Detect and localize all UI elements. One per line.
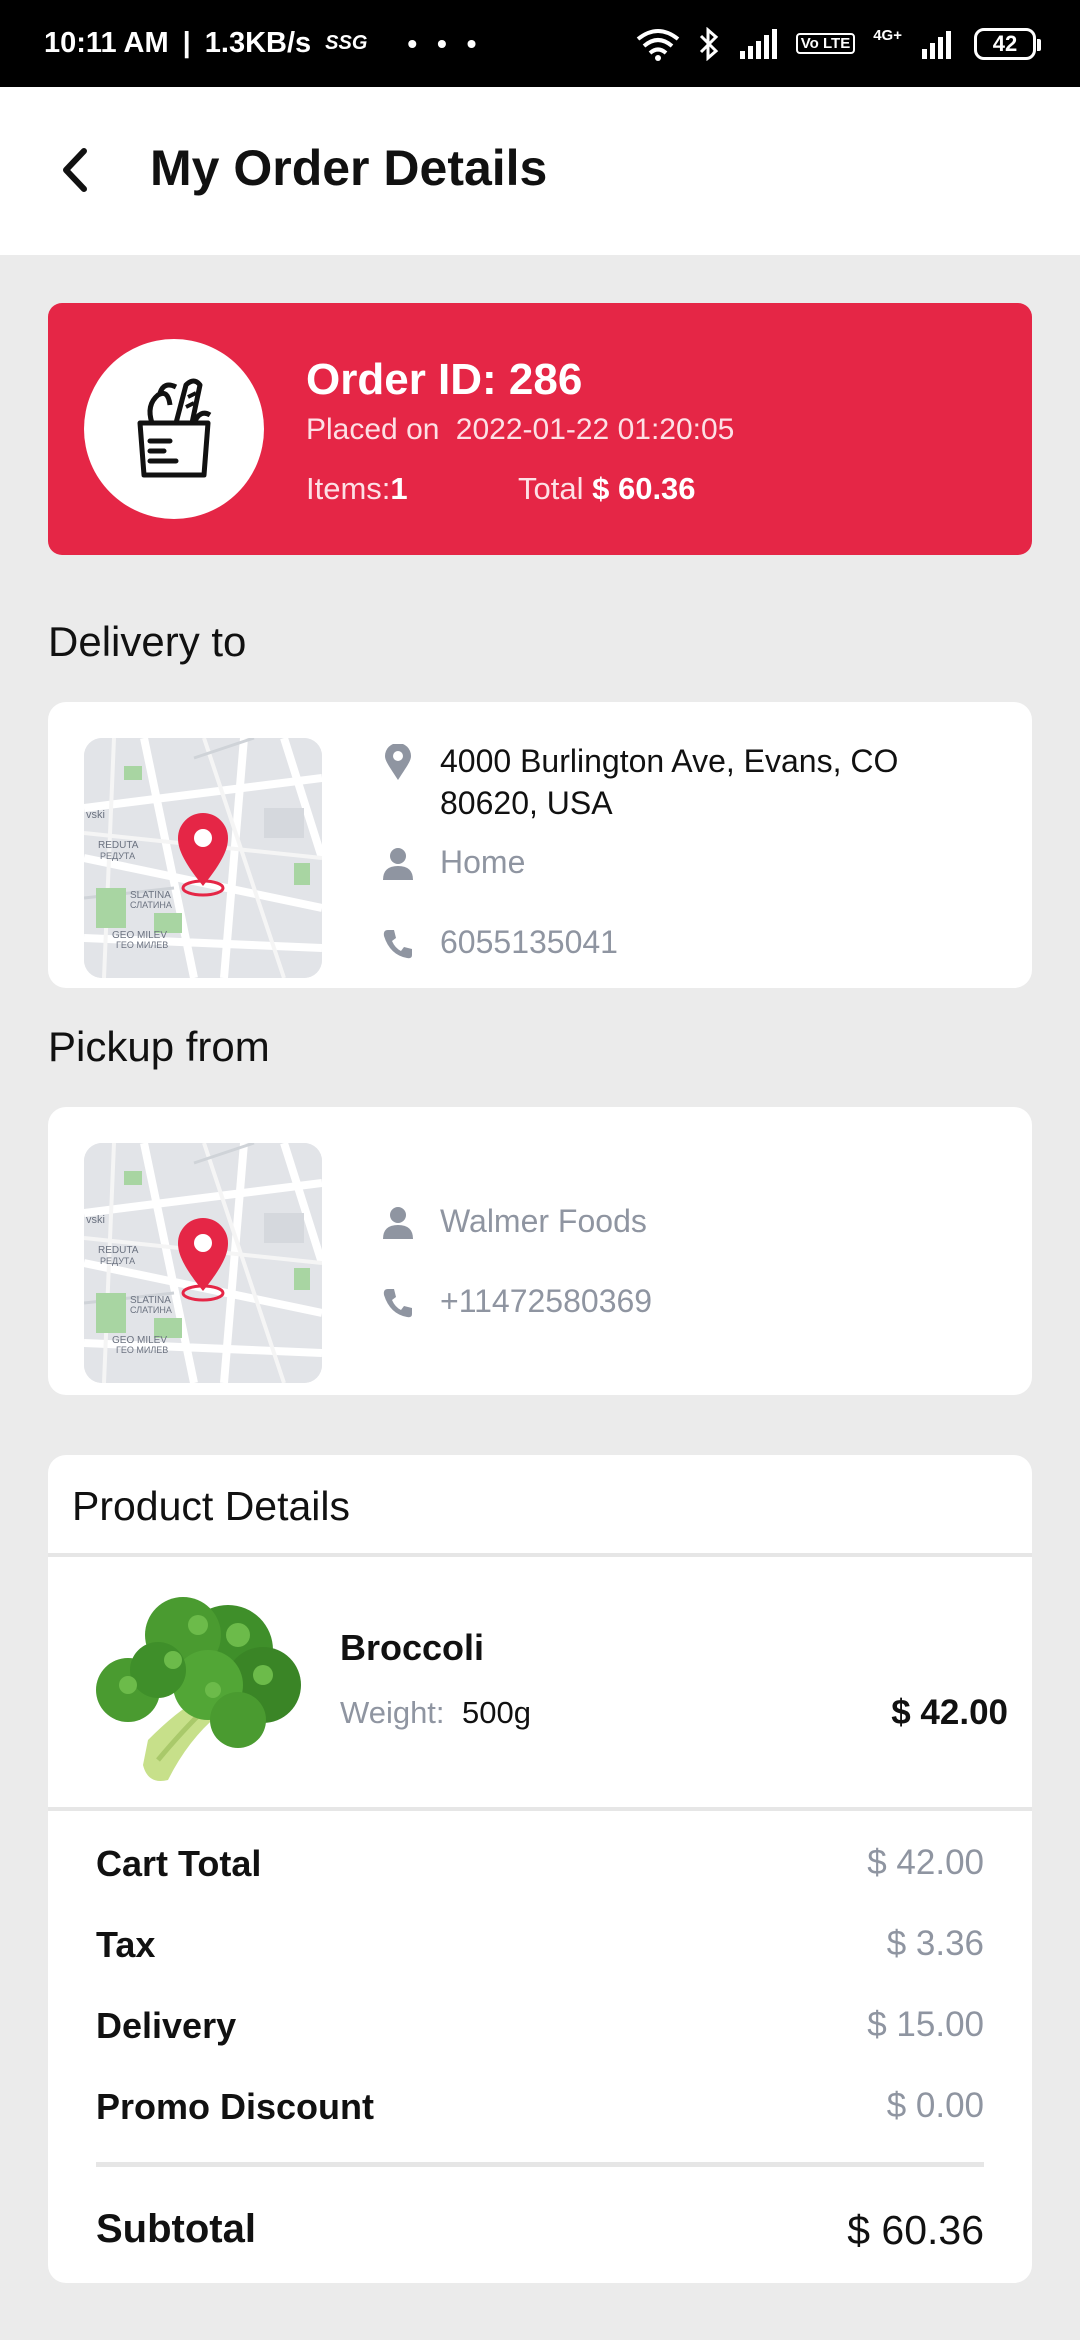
summary-value: $ 0.00 [886, 2086, 984, 2125]
delivery-map[interactable]: vski REDUTA РЕДУТА SLATINA СЛАТИНА GEO M… [84, 738, 322, 978]
order-placed-date: 2022-01-22 01:20:05 [455, 413, 735, 446]
summary-divider [96, 2162, 984, 2167]
map-label-vski: vski [86, 1214, 105, 1226]
delivery-phone[interactable]: 6055135041 [440, 924, 618, 961]
app-bar: My Order Details [0, 87, 1080, 255]
status-more-dots: • • • [407, 27, 483, 59]
chevron-left-icon[interactable] [52, 145, 102, 195]
summary-label: Cart Total [96, 1843, 262, 1884]
order-id: Order ID: 286 [306, 355, 583, 404]
delivery-name: Home [440, 844, 526, 880]
broccoli-image [96, 1597, 301, 1781]
status-speed: 1.3KB/s [204, 27, 312, 59]
order-total-value: $ 60.36 [592, 471, 696, 506]
summary-row-promo-discount: Promo Discount $ 0.00 [96, 2086, 984, 2128]
product-name: Broccoli [340, 1627, 485, 1668]
summary-row-subtotal: Subtotal $ 60.36 [96, 2207, 984, 2254]
summary-row-delivery: Delivery $ 15.00 [96, 2005, 984, 2047]
map-label-slatina-cyr: СЛАТИНА [130, 900, 172, 910]
product-price: $ 42.00 [891, 1693, 1008, 1732]
delivery-phone-row: 6055135041 [378, 924, 618, 961]
order-items: Items:1 [306, 471, 408, 507]
summary-value: $ 42.00 [867, 1843, 984, 1882]
wifi-icon [636, 28, 680, 61]
location-pin-icon [385, 744, 411, 780]
phone-icon [383, 1289, 412, 1318]
order-total: Total $ 60.36 [518, 471, 696, 507]
subtotal-value: $ 60.36 [847, 2207, 984, 2253]
order-placed: Placed on 2022-01-22 01:20:05 [306, 413, 734, 447]
pickup-card: vski REDUTA РЕДУТА SLATINA СЛАТИНА GEO M… [48, 1107, 1032, 1395]
status-time: 10:11 AM [44, 27, 169, 59]
pickup-section-title: Pickup from [48, 1023, 270, 1070]
bluetooth-icon [699, 26, 718, 61]
map-label-reduta-cyr: РЕДУТА [100, 1256, 135, 1266]
status-bar: 10:11 AM | 1.3KB/s SSG • • • Vo LTE 4G+ [0, 0, 1080, 87]
battery-level: 42 [992, 30, 1018, 56]
summary-label: Tax [96, 1924, 156, 1965]
person-icon [383, 1207, 413, 1239]
sim-icon: SSG [325, 32, 368, 54]
product-details-title: Product Details [72, 1483, 351, 1529]
divider [48, 1807, 1032, 1811]
volte-icon: Vo LTE [795, 33, 856, 54]
map-image: vski REDUTA РЕДУТА SLATINA СЛАТИНА GEO M… [84, 1143, 322, 1383]
map-label-reduta: REDUTA [98, 840, 139, 851]
delivery-name-row: Home [378, 844, 525, 881]
map-image: vski REDUTA РЕДУТА SLATINA СЛАТИНА GEO M… [84, 738, 322, 978]
pickup-map[interactable]: vski REDUTA РЕДУТА SLATINA СЛАТИНА GEO M… [84, 1143, 322, 1383]
phone-icon [383, 930, 412, 959]
map-label-reduta: REDUTA [98, 1245, 139, 1256]
battery-icon: 42 [974, 27, 1041, 60]
map-label-reduta-cyr: РЕДУТА [100, 851, 135, 861]
order-items-label: Items: [306, 471, 391, 506]
map-label-vski: vski [86, 809, 105, 821]
pickup-phone[interactable]: +11472580369 [440, 1283, 652, 1320]
pickup-name-row: Walmer Foods [378, 1203, 647, 1240]
map-label-geomilev-cyr: ГЕО МИЛЕВ [116, 940, 168, 950]
product-weight: 500g [462, 1695, 531, 1730]
summary-row-cart-total: Cart Total $ 42.00 [96, 1843, 984, 1885]
delivery-address: 4000 Burlington Ave, Evans, CO 80620, US… [440, 743, 899, 821]
grocery-bag-icon [137, 378, 212, 478]
delivery-section-title: Delivery to [48, 618, 247, 665]
summary-value: $ 15.00 [867, 2005, 984, 2044]
order-summary-card: Order ID: 286 Placed on 2022-01-22 01:20… [48, 303, 1032, 555]
product-details-card: Product Details Broccoli Weight: 500g $ … [48, 1455, 1032, 2283]
signal-icon [739, 28, 777, 59]
subtotal-label: Subtotal [96, 2207, 256, 2251]
map-label-slatina-cyr: СЛАТИНА [130, 1305, 172, 1315]
network-type: 4G+ [873, 26, 902, 44]
delivery-address-row: 4000 Burlington Ave, Evans, CO 80620, US… [378, 740, 1000, 824]
map-label-geomilev-cyr: ГЕО МИЛЕВ [116, 1345, 168, 1355]
delivery-card: vski REDUTA РЕДУТА SLATINA СЛАТИНА GEO M… [48, 702, 1032, 988]
person-icon [383, 848, 413, 880]
summary-label: Promo Discount [96, 2086, 375, 2127]
signal-4g-icon [922, 30, 951, 59]
page-title: My Order Details [150, 140, 548, 196]
product-weight-label: Weight: [340, 1695, 445, 1730]
summary-label: Delivery [96, 2005, 237, 2046]
summary-row-tax: Tax $ 3.36 [96, 1924, 984, 1966]
order-total-label: Total [518, 471, 584, 506]
order-items-count: 1 [390, 471, 408, 506]
status-separator: | [182, 27, 191, 59]
pickup-phone-row: +11472580369 [378, 1283, 652, 1320]
order-placed-label: Placed on [306, 413, 440, 446]
divider [48, 1553, 1032, 1557]
order-avatar [84, 339, 264, 519]
summary-value: $ 3.36 [886, 1924, 984, 1963]
pickup-name: Walmer Foods [440, 1203, 647, 1239]
